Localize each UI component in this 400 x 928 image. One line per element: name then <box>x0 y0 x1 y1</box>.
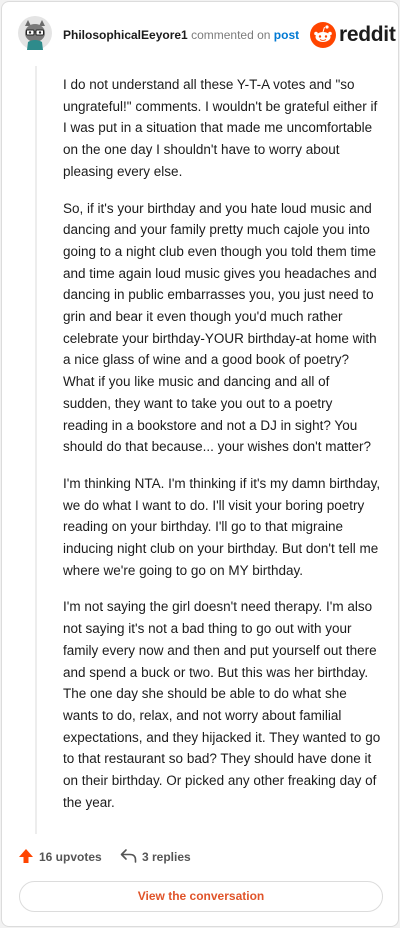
comment-paragraph: So, if it's your birthday and you hate l… <box>63 200 377 455</box>
comment-paragraph: I do not understand all these Y-T-A vote… <box>63 77 378 179</box>
comment-paragraph: I'm not saying the girl doesn't need the… <box>63 599 381 810</box>
comment-header: PhilosophicalEeyore1 commented on post r… <box>2 2 400 66</box>
reply-count: 3 replies <box>142 850 191 864</box>
avatar-icon <box>18 16 52 50</box>
thread-line <box>35 66 37 834</box>
reddit-logo[interactable]: reddit <box>310 22 396 48</box>
reply-arrow-icon <box>120 849 137 863</box>
brand-name: reddit <box>339 23 396 46</box>
action-text: commented on <box>191 28 271 42</box>
view-conversation-button[interactable]: View the conversation <box>19 881 383 912</box>
post-link[interactable]: post <box>274 28 299 42</box>
upvote-count: 16 upvotes <box>39 850 102 864</box>
reddit-snoo-icon <box>310 22 336 48</box>
comment-meta: PhilosophicalEeyore1 commented on post <box>63 28 299 42</box>
comment-card: PhilosophicalEeyore1 commented on post r… <box>1 1 399 927</box>
user-avatar[interactable] <box>18 16 52 50</box>
comment-paragraph: I'm thinking NTA. I'm thinking if it's m… <box>63 475 381 578</box>
username-link[interactable]: PhilosophicalEeyore1 <box>63 28 188 42</box>
comment-body: I do not understand all these Y-T-A vote… <box>63 74 381 829</box>
upvote-arrow-icon <box>19 849 33 863</box>
